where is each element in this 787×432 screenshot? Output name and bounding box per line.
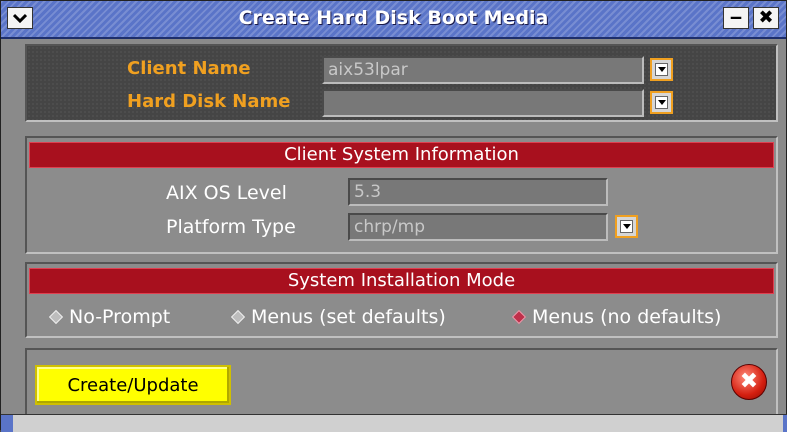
platform-type-field[interactable]: chrp/mp	[348, 213, 608, 241]
install-mode-panel: System Installation Mode No-Prompt Menus…	[25, 262, 778, 338]
chevron-down-icon	[620, 220, 633, 233]
radio-menus-no-defaults[interactable]: Menus (no defaults)	[511, 306, 722, 328]
title-bar[interactable]: Create Hard Disk Boot Media ‒ ✖	[1, 1, 786, 39]
hard-disk-dropdown-button[interactable]	[650, 91, 673, 114]
radio-menus-set-defaults[interactable]: Menus (set defaults)	[230, 306, 446, 328]
client-name-field[interactable]: aix53lpar	[322, 56, 644, 84]
platform-type-dropdown-button[interactable]	[615, 215, 638, 238]
client-info-panel: Client System Information AIX OS Level 5…	[25, 136, 778, 254]
minimize-icon: ‒	[729, 7, 743, 28]
client-panel: Client Name aix53lpar Hard Disk Name	[25, 44, 778, 122]
radio-indicator	[511, 309, 527, 325]
close-icon: ✖	[758, 7, 774, 28]
install-mode-header: System Installation Mode	[29, 268, 774, 294]
cancel-button[interactable]: ✖	[731, 364, 767, 400]
radio-indicator	[48, 309, 64, 325]
client-info-header: Client System Information	[29, 142, 774, 168]
create-update-button[interactable]: Create/Update	[35, 365, 231, 405]
hard-disk-name-label: Hard Disk Name	[127, 91, 291, 112]
os-level-field: 5.3	[348, 178, 608, 206]
radio-label: No-Prompt	[69, 306, 171, 328]
hard-disk-name-field[interactable]	[322, 89, 644, 117]
close-icon: ✖	[739, 369, 759, 394]
bottom-border-inner	[13, 415, 783, 432]
radio-label: Menus (no defaults)	[532, 306, 722, 328]
radio-label: Menus (set defaults)	[251, 306, 446, 328]
radio-no-prompt[interactable]: No-Prompt	[48, 306, 171, 328]
minimize-button[interactable]: ‒	[723, 7, 749, 29]
platform-type-label: Platform Type	[166, 216, 296, 238]
os-level-label: AIX OS Level	[166, 182, 287, 204]
chevron-down-icon	[655, 63, 668, 76]
client-name-label: Client Name	[127, 58, 251, 79]
client-name-dropdown-button[interactable]	[650, 58, 673, 81]
window-title: Create Hard Disk Boot Media	[238, 7, 549, 29]
chevron-down-icon	[655, 96, 668, 109]
dialog-window: Create Hard Disk Boot Media ‒ ✖ Client N…	[0, 0, 787, 432]
close-window-button[interactable]: ✖	[753, 7, 779, 29]
bottom-border	[1, 414, 787, 432]
radio-indicator	[230, 309, 246, 325]
